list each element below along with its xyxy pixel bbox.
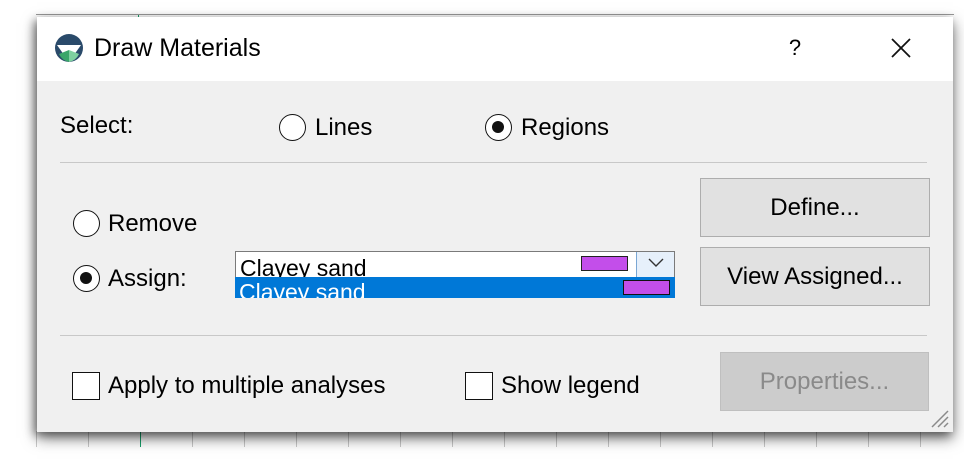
grid-line: [920, 431, 921, 447]
grid-line: [192, 431, 193, 447]
grid-line: [816, 431, 817, 447]
grid-line: [452, 431, 453, 447]
dropdown-option-color-swatch: [623, 280, 670, 295]
material-select[interactable]: Clayey sand: [235, 251, 675, 281]
grid-line: [660, 431, 661, 447]
grid-line: [296, 431, 297, 447]
apply-multiple-checkbox[interactable]: [72, 372, 100, 400]
assign-radio[interactable]: [73, 265, 100, 292]
define-button[interactable]: Define...: [700, 178, 930, 237]
grid-line: [608, 431, 609, 447]
grid-line: [400, 431, 401, 447]
close-button[interactable]: [881, 31, 921, 65]
dropdown-button[interactable]: [636, 252, 674, 277]
material-color-swatch: [581, 256, 628, 271]
remove-radio[interactable]: [73, 210, 100, 237]
grid-line: [712, 431, 713, 447]
lines-radio[interactable]: [279, 114, 306, 141]
grid-line: [764, 431, 765, 447]
lines-radio-label[interactable]: Lines: [315, 114, 372, 142]
show-legend-checkbox[interactable]: [465, 372, 493, 400]
grid-line: [140, 431, 141, 447]
remove-radio-label[interactable]: Remove: [108, 210, 197, 238]
grid-line: [244, 431, 245, 447]
regions-radio[interactable]: [485, 114, 512, 141]
assign-radio-label[interactable]: Assign:: [108, 265, 187, 293]
app-logo-icon: [55, 34, 83, 62]
grid-line: [348, 431, 349, 447]
material-dropdown-list[interactable]: Clayey sand: [235, 277, 675, 298]
separator: [60, 162, 927, 163]
resize-grip-icon[interactable]: [927, 406, 949, 428]
dropdown-option-highlighted[interactable]: Clayey sand: [239, 278, 366, 298]
grid-line: [556, 431, 557, 447]
window-title: Draw Materials: [94, 34, 261, 62]
select-label: Select:: [60, 112, 134, 139]
help-button[interactable]: ?: [775, 31, 815, 65]
show-legend-label[interactable]: Show legend: [501, 372, 640, 400]
regions-radio-label[interactable]: Regions: [521, 114, 609, 142]
apply-multiple-label[interactable]: Apply to multiple analyses: [108, 372, 385, 400]
grid-line: [504, 431, 505, 447]
properties-button[interactable]: Properties...: [720, 352, 929, 411]
view-assigned-button[interactable]: View Assigned...: [700, 247, 930, 306]
separator: [60, 335, 927, 336]
grid-line: [36, 431, 37, 447]
chevron-down-icon: [648, 258, 664, 267]
grid-line: [868, 431, 869, 447]
grid-line: [88, 431, 89, 447]
title-bar[interactable]: Draw Materials ?: [37, 17, 953, 81]
draw-materials-dialog: Draw Materials ? Select: Lines Regions R…: [37, 17, 953, 432]
close-icon: [891, 38, 911, 58]
